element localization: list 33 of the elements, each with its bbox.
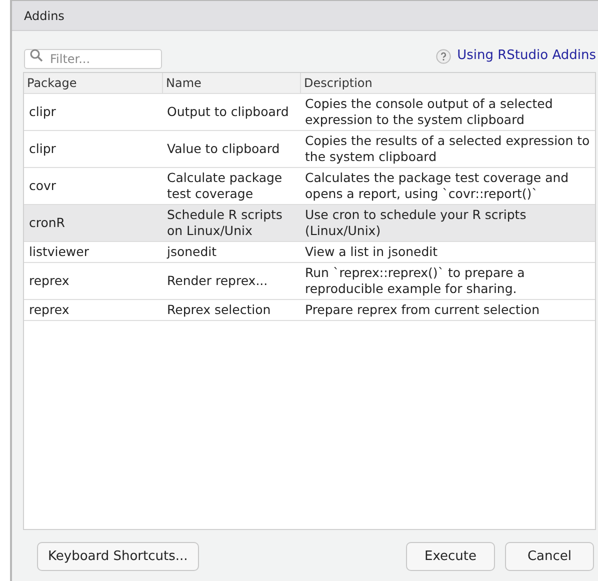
table-cell-text: clipr [28, 104, 57, 120]
keyboard-shortcuts-button[interactable]: Keyboard Shortcuts... [37, 542, 199, 571]
cancel-button[interactable]: Cancel [505, 542, 594, 571]
search-icon [30, 49, 43, 62]
table-cell-text: Reprex selection [166, 302, 272, 318]
table-cell-text: Copies the results of a selected expression to the system clipboard [304, 133, 591, 165]
table-row[interactable]: cronR Schedule R scripts on Linux/Unix Use cron to schedule your R scripts (Linux/Unix) [24, 205, 595, 242]
help-link[interactable]: Using RStudio Addins [457, 46, 596, 66]
table-cell-text: reprex [28, 302, 70, 318]
table-cell-text: clipr [28, 141, 57, 157]
table-cell-text: cronR [28, 215, 66, 231]
column-header[interactable]: Name [162, 73, 300, 93]
table-cell-text: Copies the console output of a selected expression to the system clipboard [304, 96, 554, 128]
column-header[interactable]: Package [24, 73, 162, 93]
table-cell-text: covr [28, 178, 58, 194]
table-cell-text: Output to clipboard [166, 104, 290, 120]
column-header[interactable]: Description [300, 73, 595, 93]
table-cell-text: reprex [28, 273, 70, 289]
filter-field[interactable]: Filter... [24, 49, 162, 69]
table-cell-text: listviewer [28, 244, 90, 260]
execute-button[interactable]: Execute [406, 542, 495, 571]
table-cell-text: Prepare reprex from current selection [304, 302, 541, 318]
table-cell-text: Calculates the package test coverage and opens a report, using `covr::report()` [304, 170, 570, 202]
table-cell-text: Schedule R scripts on Linux/Unix [166, 207, 284, 239]
table-cell-text: Calculate package test coverage [166, 170, 284, 202]
table-cell-text: View a list in jsonedit [304, 244, 439, 260]
table-cell-text: Use cron to schedule your R scripts (Linux/Unix) [304, 207, 528, 239]
table-cell-text: Run `reprex::reprex()` to prepare a reproducible example for sharing. [304, 265, 526, 297]
table-cell-text: Render reprex... [166, 273, 269, 289]
window-title: Addins [12, 1, 598, 31]
table-cell-text: Value to clipboard [166, 141, 281, 157]
help-icon [436, 48, 452, 64]
table-cell-text: jsonedit [166, 244, 218, 260]
